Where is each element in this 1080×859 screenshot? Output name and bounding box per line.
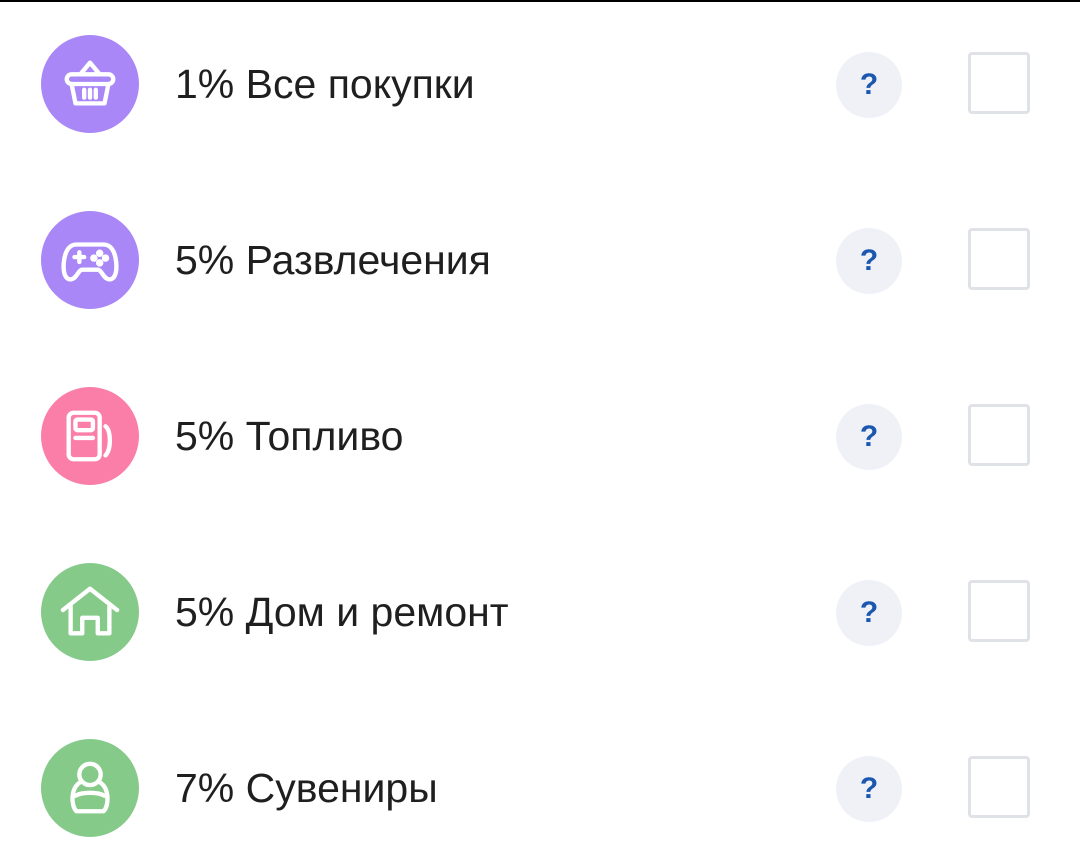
category-label: 5% Развлечения (175, 237, 491, 283)
category-row[interactable]: 1% Все покупки ? (0, 34, 1080, 134)
category-label: 5% Топливо (175, 413, 404, 459)
gamepad-icon (61, 242, 119, 282)
category-row[interactable]: 5% Дом и ремонт ? (0, 562, 1080, 662)
category-label: 1% Все покупки (175, 61, 475, 107)
category-label: 7% Сувениры (175, 765, 438, 811)
top-divider (0, 0, 1080, 2)
category-checkbox[interactable] (968, 404, 1030, 466)
category-icon-circle (41, 387, 139, 485)
help-button[interactable]: ? (836, 52, 902, 118)
fuel-pump-icon (66, 410, 113, 462)
category-checkbox[interactable] (968, 228, 1030, 290)
help-button[interactable]: ? (836, 404, 902, 470)
category-icon-circle (41, 563, 139, 661)
help-button[interactable]: ? (836, 228, 902, 294)
category-checkbox[interactable] (968, 52, 1030, 114)
category-checkbox[interactable] (968, 756, 1030, 818)
category-row[interactable]: 7% Сувениры ? (0, 738, 1080, 838)
help-button[interactable]: ? (836, 580, 902, 646)
shopping-basket-icon (64, 60, 116, 106)
category-icon-circle (41, 739, 139, 837)
category-row[interactable]: 5% Топливо ? (0, 386, 1080, 486)
category-checkbox[interactable] (968, 580, 1030, 642)
category-label: 5% Дом и ремонт (175, 589, 509, 635)
matryoshka-icon (70, 761, 110, 814)
house-icon (60, 586, 120, 636)
category-row[interactable]: 5% Развлечения ? (0, 210, 1080, 310)
category-icon-circle (41, 35, 139, 133)
category-icon-circle (41, 211, 139, 309)
help-button[interactable]: ? (836, 756, 902, 822)
